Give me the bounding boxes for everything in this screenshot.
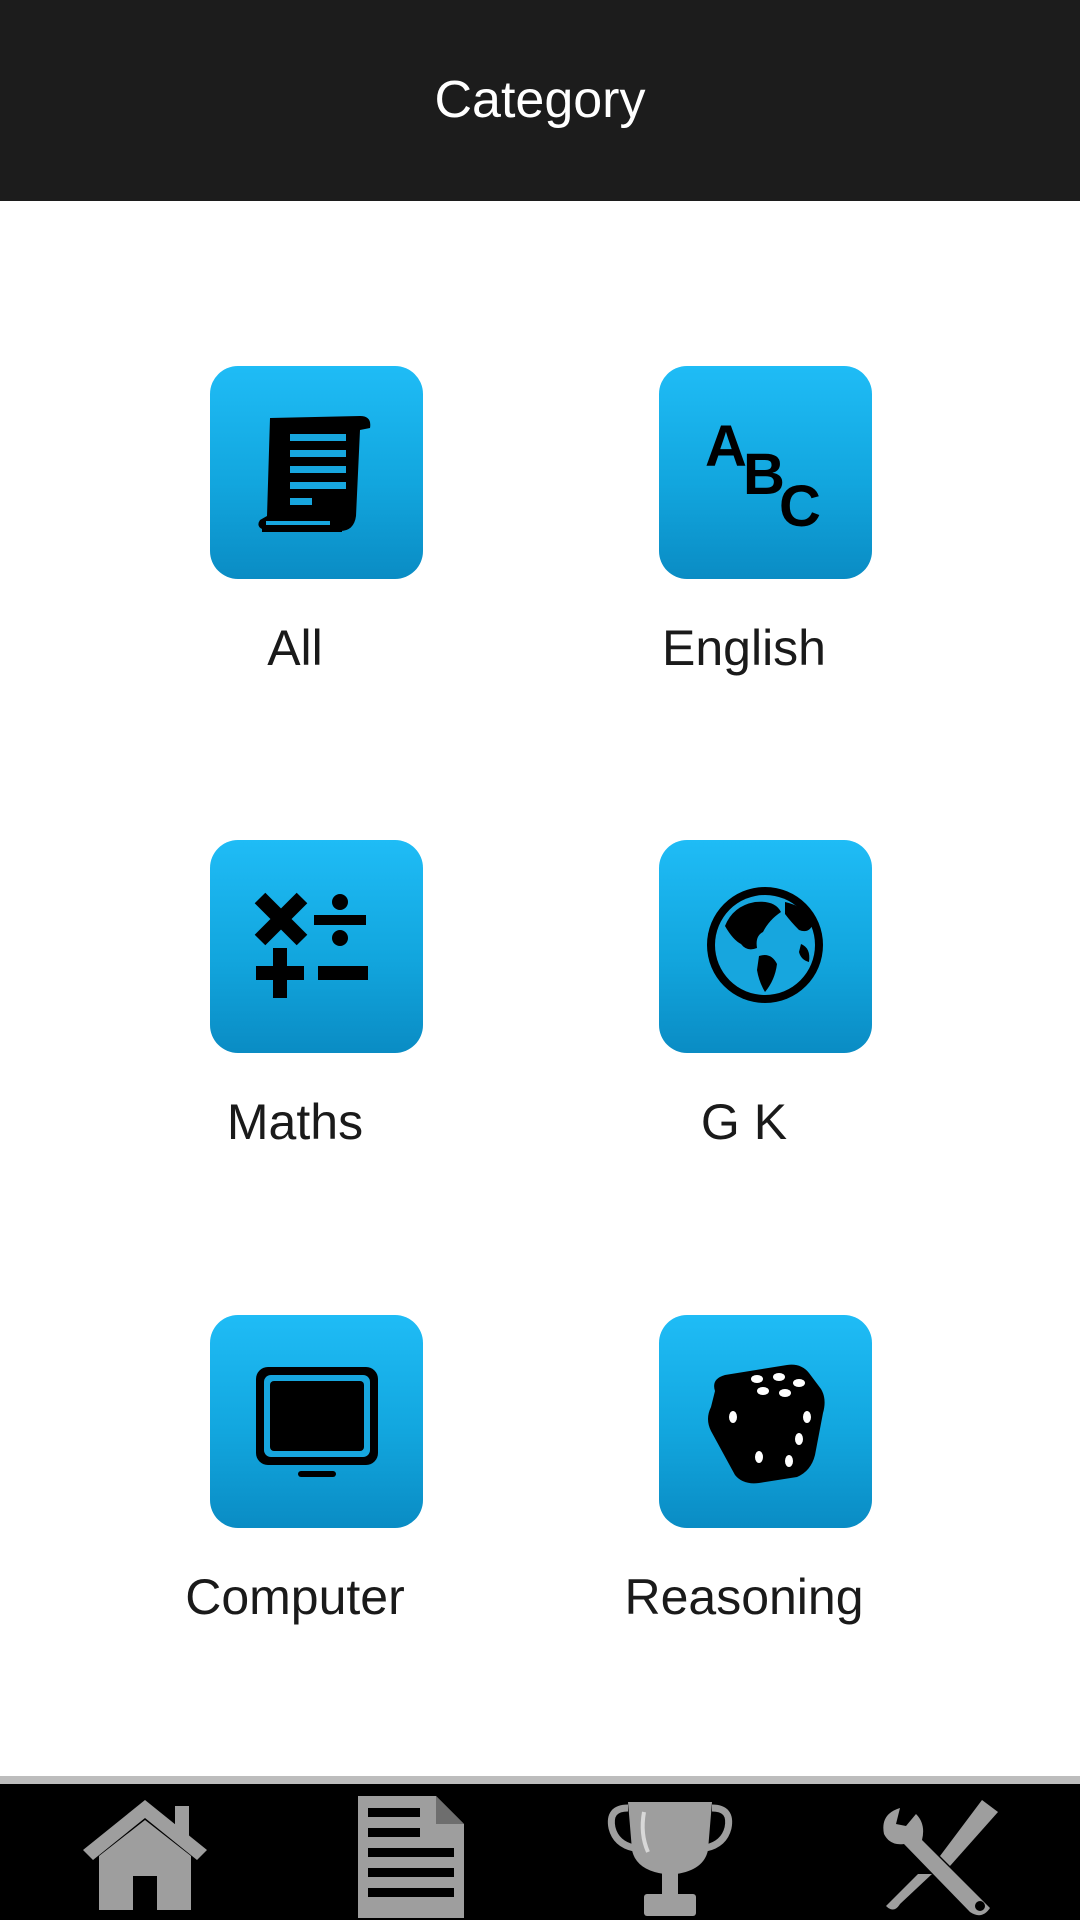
svg-text:A: A: [705, 414, 747, 479]
nav-trophy[interactable]: [600, 1784, 740, 1920]
tools-icon: [883, 1800, 998, 1916]
math-operators-icon: [254, 892, 368, 998]
svg-text:C: C: [779, 474, 821, 539]
category-computer-button[interactable]: [210, 1315, 423, 1528]
category-english[interactable]: A B C English: [564, 366, 924, 686]
page-title: Category: [434, 71, 646, 129]
category-maths-button[interactable]: [210, 840, 423, 1053]
nav-tools[interactable]: [870, 1784, 1010, 1920]
category-label: Reasoning: [624, 1569, 864, 1625]
globe-icon: [707, 887, 823, 1003]
category-reasoning-button[interactable]: [659, 1315, 872, 1528]
category-gk-button[interactable]: [659, 840, 872, 1053]
monitor-icon: [256, 1367, 378, 1477]
category-reasoning[interactable]: Reasoning: [564, 1315, 924, 1635]
category-maths[interactable]: Maths: [115, 840, 475, 1160]
bottom-navigation: [0, 1784, 1080, 1920]
category-label: Maths: [226, 1094, 364, 1150]
category-all-button[interactable]: [210, 366, 423, 579]
category-label: English: [662, 620, 826, 676]
category-label: Computer: [185, 1569, 405, 1625]
scroll-document-icon: [258, 416, 371, 532]
category-english-button[interactable]: A B C: [659, 366, 872, 579]
category-all[interactable]: All: [115, 366, 475, 686]
app-header: Category: [0, 0, 1080, 201]
category-label: All: [267, 620, 323, 676]
dice-icon: [708, 1364, 825, 1484]
nav-home[interactable]: [75, 1784, 215, 1920]
category-gk[interactable]: G K: [564, 840, 924, 1160]
abc-letters-icon: A B C: [705, 414, 821, 539]
nav-divider: [0, 1776, 1080, 1784]
trophy-icon: [607, 1802, 733, 1916]
category-label: G K: [700, 1094, 788, 1150]
home-icon: [83, 1800, 207, 1910]
category-computer[interactable]: Computer: [115, 1315, 475, 1635]
nav-document[interactable]: [340, 1784, 480, 1920]
document-icon: [358, 1796, 464, 1918]
